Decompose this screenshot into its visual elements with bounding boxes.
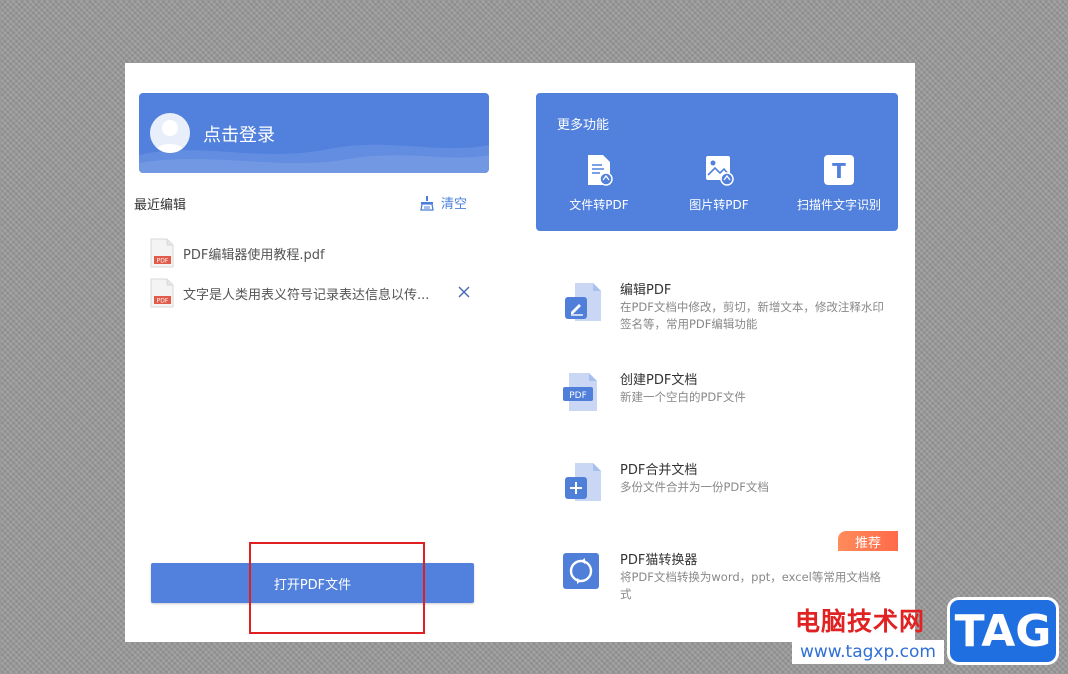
merge-pdf-icon xyxy=(565,463,601,501)
svg-text:PDF: PDF xyxy=(157,258,169,265)
feature-description: 在PDF文档中修改，剪切，新增文本，修改注释水印签名等，常用PDF编辑功能 xyxy=(620,300,884,331)
file-to-pdf-label: 文件转PDF xyxy=(569,198,629,212)
svg-text:PDF: PDF xyxy=(157,298,169,305)
watermark-logo: TAG xyxy=(947,597,1059,665)
clear-button[interactable]: 清空 xyxy=(419,193,467,212)
close-icon[interactable] xyxy=(455,283,473,301)
recent-file-item[interactable]: PDF PDF编辑器使用教程.pdf xyxy=(149,237,479,269)
broom-icon xyxy=(420,195,434,211)
watermark-url: www.tagxp.com xyxy=(792,640,944,664)
text-recognition-icon: T xyxy=(824,155,854,185)
feature-description: 多份文件合并为一份PDF文档 xyxy=(620,480,769,494)
converter-icon xyxy=(563,553,599,589)
image-to-pdf-label: 图片转PDF xyxy=(689,198,749,212)
recent-file-item[interactable]: PDF 文字是人类用表义符号记录表达信息以传... xyxy=(149,277,479,309)
app-window: 点击登录 最近编辑 清空 PDF PDF编辑器使用教程.pdf PDF 文字是人… xyxy=(125,63,915,642)
file-to-pdf-icon xyxy=(588,155,613,186)
create-pdf-icon: PDF xyxy=(563,373,597,411)
image-to-pdf-icon xyxy=(706,156,734,186)
svg-text:T: T xyxy=(832,159,846,183)
edit-pdf-icon xyxy=(565,283,601,321)
text-recognition-button[interactable]: T 扫描件文字识别 xyxy=(789,153,889,213)
wave-decoration xyxy=(139,144,489,173)
feature-description: 新建一个空白的PDF文件 xyxy=(620,390,746,404)
avatar[interactable] xyxy=(150,113,190,153)
more-functions-card: 更多功能 文件转PDF 图片转PDF T 扫描件文字识别 xyxy=(536,93,898,231)
recent-file-name: PDF编辑器使用教程.pdf xyxy=(183,247,325,263)
create-pdf-feature[interactable]: PDF 创建PDF文档 新建一个空白的PDF文件 xyxy=(561,369,881,415)
login-link[interactable]: 点击登录 xyxy=(203,121,275,147)
recent-edits-title: 最近编辑 xyxy=(134,198,187,213)
watermark-site-name: 电脑技术网 xyxy=(795,607,926,636)
feature-title: PDF猫转换器 xyxy=(620,553,698,568)
edit-pdf-feature[interactable]: 编辑PDF 在PDF文档中修改，剪切，新增文本，修改注释水印签名等，常用PDF编… xyxy=(561,279,884,335)
user-icon xyxy=(155,120,185,153)
file-to-pdf-button[interactable]: 文件转PDF xyxy=(549,153,649,213)
merge-pdf-feature[interactable]: PDF合并文档 多份文件合并为一份PDF文档 xyxy=(561,459,881,505)
image-to-pdf-button[interactable]: 图片转PDF xyxy=(669,153,769,213)
pdf-file-icon: PDF xyxy=(150,278,174,308)
feature-title: 创建PDF文档 xyxy=(620,373,698,388)
pdf-file-icon: PDF xyxy=(150,238,174,268)
feature-title: 编辑PDF xyxy=(620,283,672,298)
login-card[interactable]: 点击登录 xyxy=(139,93,489,173)
feature-description: 将PDF文档转换为word，ppt，excel等常用文档格式 xyxy=(620,570,881,601)
text-recognition-label: 扫描件文字识别 xyxy=(796,198,881,212)
recent-file-name: 文字是人类用表义符号记录表达信息以传... xyxy=(183,287,430,303)
clear-label: 清空 xyxy=(441,197,468,212)
recommend-badge: 推荐 xyxy=(838,531,898,551)
highlight-box xyxy=(249,542,425,634)
more-functions-title: 更多功能 xyxy=(557,118,610,133)
feature-title: PDF合并文档 xyxy=(620,463,698,478)
svg-text:PDF: PDF xyxy=(569,391,587,401)
converter-feature[interactable]: PDF猫转换器 将PDF文档转换为word，ppt，excel等常用文档格式 xyxy=(561,549,881,605)
